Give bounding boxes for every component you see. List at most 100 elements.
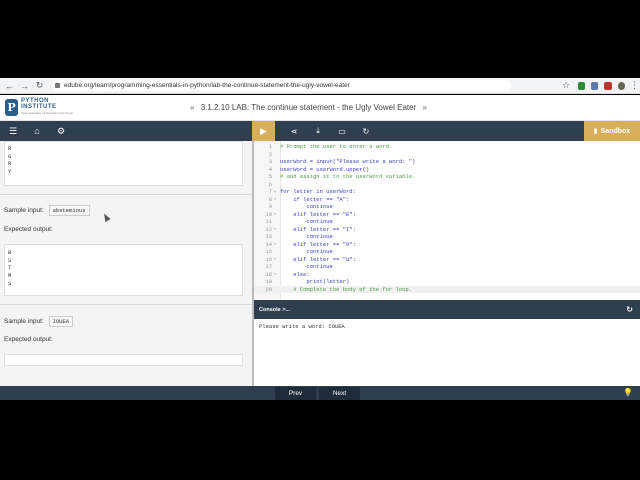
code-text: else: (280, 270, 310, 278)
code-line[interactable]: 1 # Prompt the user to enter a word (254, 143, 640, 151)
line-number: 2 (268, 150, 272, 158)
code-line[interactable]: 5 # and assign it to the userWord variabl… (254, 173, 640, 181)
code-line[interactable]: 16 ▾ elif letter == "U": (254, 256, 640, 264)
code-line[interactable]: 18 ▾ else: (254, 271, 640, 279)
line-number: 3 (268, 158, 272, 166)
output-line: B (8, 249, 12, 256)
line-number: 13 (265, 233, 272, 241)
code-text: if letter == "A": (280, 195, 350, 203)
forward-arrow-icon[interactable]: → (19, 80, 30, 92)
output-line: S (8, 279, 12, 287)
play-icon: ▶ (260, 125, 267, 136)
next-button[interactable]: Next (319, 387, 360, 400)
divider (0, 304, 252, 305)
code-editor[interactable]: 1 # Prompt the user to enter a word 2 3 user… (254, 141, 640, 300)
code-line[interactable]: 8 ▾ if letter == "A": (254, 196, 640, 204)
code-text: continue (280, 263, 333, 271)
code-line[interactable]: 12 ▾ elif letter == "I": (254, 226, 640, 234)
console-text: Please write a word: IOUEA (259, 323, 345, 330)
next-lesson-arrow[interactable]: » (422, 103, 426, 112)
reset-icon[interactable]: ↻ (361, 126, 371, 136)
browser-toolbar: ← → ↻ edube.org/learn/programming-essent… (0, 78, 640, 94)
code-text: continue (280, 248, 333, 256)
prev-button[interactable]: Prev (275, 387, 316, 400)
code-line[interactable]: 3 userWord = input("Please write a word: … (254, 158, 640, 166)
code-text: continue (280, 218, 333, 226)
code-line[interactable]: 6 (254, 181, 640, 189)
lesson-title-bar: « 3.1.2.10 LAB: The continue statement -… (186, 103, 431, 112)
sample-input-value: abstemious (48, 205, 90, 216)
output-line: M (8, 272, 12, 280)
extension-icon[interactable] (604, 81, 612, 90)
code-text: userWord = input("Please write a word: "… (280, 158, 416, 166)
code-text: elif letter == "U": (280, 255, 356, 263)
line-number: 8 (268, 195, 272, 203)
lightbulb-icon[interactable]: 💡 (623, 388, 633, 397)
line-number: 1 (268, 143, 272, 151)
divider (0, 194, 252, 195)
code-line[interactable]: 9 continue (254, 203, 640, 211)
run-button[interactable]: ▶ (252, 121, 275, 141)
code-text: elif letter == "E": (280, 210, 356, 218)
console-output[interactable]: Please write a word: IOUEA (254, 319, 640, 386)
code-text: elif letter == "I": (280, 225, 356, 233)
address-bar[interactable]: edube.org/learn/programming-essentials-i… (51, 80, 511, 91)
gear-icon[interactable]: ⚙ (56, 126, 66, 136)
instructions-pane[interactable]: R G R Y Sample input: abstemious Expecte… (0, 141, 252, 386)
download-icon[interactable]: ⤓ (313, 126, 323, 136)
code-line[interactable]: 17 continue (254, 263, 640, 271)
bookmark-star-icon[interactable]: ☆ (561, 80, 572, 92)
code-line[interactable]: 20 # Complete the body of the for loop. (254, 285, 640, 293)
extension-icon[interactable] (590, 81, 599, 90)
prev-lesson-arrow[interactable]: « (190, 103, 194, 112)
video-letterbox-bottom (0, 400, 640, 480)
back-arrow-icon[interactable]: ← (4, 80, 15, 92)
sandbox-button[interactable]: ▮ Sandbox (584, 121, 640, 141)
line-number: 11 (265, 218, 272, 226)
menu-dots-icon[interactable]: ⋮ (629, 80, 640, 92)
share-icon[interactable]: ⋖ (289, 126, 299, 136)
code-text: continue (280, 203, 333, 211)
code-text: userWord = userWord.upper() (280, 165, 370, 173)
expected-output-label: Expected output: (4, 226, 53, 233)
code-text: for letter in userWord: (280, 188, 356, 196)
logo-tagline: Open Education & Development Group (21, 111, 74, 115)
code-line[interactable]: 2 (254, 151, 640, 159)
code-line[interactable]: 4 userWord = userWord.upper() (254, 166, 640, 174)
code-line[interactable]: 14 ▾ elif letter == "O": (254, 241, 640, 249)
code-line[interactable]: 10 ▾ elif letter == "E": (254, 211, 640, 219)
code-line[interactable]: 15 continue (254, 248, 640, 256)
line-number: 19 (265, 278, 272, 286)
line-number: 14 (265, 240, 272, 248)
video-letterbox-top (0, 0, 640, 78)
code-text: # and assign it to the userWord variable… (280, 173, 416, 181)
sample-input-label: Sample input: abstemious (4, 205, 90, 216)
folder-icon[interactable]: ▭ (337, 126, 347, 136)
line-number: 20 (265, 285, 272, 293)
extension-icon[interactable] (577, 81, 585, 90)
editor-toolbar: ▶ ⋖ ⤓ ▭ ↻ ▮ Sandbox (252, 121, 640, 141)
output-line: R (8, 160, 12, 168)
line-number: 15 (265, 248, 272, 256)
code-line[interactable]: 13 continue (254, 233, 640, 241)
url-text: edube.org/learn/programming-essentials-i… (64, 82, 350, 89)
logo-mark-icon: P (5, 98, 18, 116)
home-icon[interactable]: ⌂ (32, 126, 42, 136)
document-icon: ▮ (593, 128, 598, 135)
output-line: R (8, 145, 12, 152)
reload-icon[interactable]: ↻ (34, 80, 45, 92)
site-header: P PYTHON INSTITUTE Open Education & Deve… (0, 95, 640, 121)
menu-icon[interactable]: ☰ (8, 126, 18, 136)
line-number: 9 (268, 203, 272, 211)
console-header: Console >... ↻ (254, 300, 640, 319)
line-number: 4 (268, 165, 272, 173)
code-line[interactable]: 19 print(letter) (254, 278, 640, 286)
code-line[interactable]: 7 ▾ for letter in userWord: (254, 188, 640, 196)
python-institute-logo[interactable]: P PYTHON INSTITUTE Open Education & Deve… (5, 98, 73, 116)
code-line[interactable]: 11 continue (254, 218, 640, 226)
avatar[interactable] (617, 81, 625, 90)
line-number: 17 (265, 263, 272, 271)
line-number: 10 (265, 210, 272, 218)
line-number: 7 (268, 188, 272, 196)
refresh-icon[interactable]: ↻ (626, 305, 633, 314)
